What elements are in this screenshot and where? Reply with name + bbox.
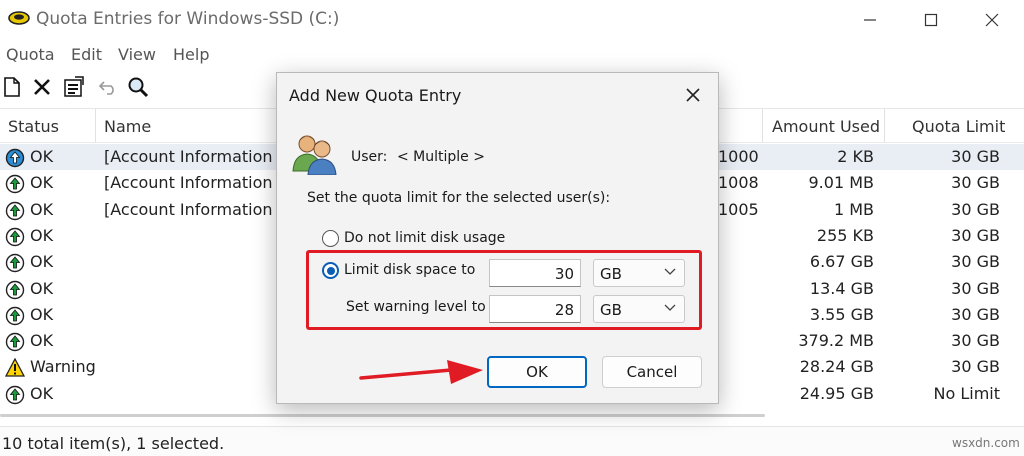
- column-separator[interactable]: [762, 109, 763, 143]
- status-cell: OK: [30, 383, 54, 403]
- quota-limit-cell: 30 GB: [951, 278, 1000, 298]
- maximize-button[interactable]: [908, 0, 954, 40]
- status-cell: OK: [30, 173, 54, 193]
- no-limit-label[interactable]: Do not limit disk usage: [344, 230, 505, 246]
- ok-icon: [5, 385, 25, 404]
- horizontal-scrollbar[interactable]: [0, 410, 1024, 422]
- amount-used-cell: 9.01 MB: [808, 173, 875, 193]
- window-title: Quota Entries for Windows-SSD (C:): [36, 9, 340, 29]
- status-cell: OK: [30, 147, 54, 166]
- users-icon: [292, 135, 337, 175]
- dialog-close-button[interactable]: [681, 83, 705, 107]
- quota-instructions: Set the quota limit for the selected use…: [307, 190, 611, 206]
- menu-edit[interactable]: Edit: [71, 45, 102, 64]
- new-entry-icon: [4, 77, 20, 97]
- status-cell: OK: [30, 225, 54, 245]
- menu-quota[interactable]: Quota: [6, 45, 55, 64]
- quota-limit-cell: 30 GB: [951, 304, 1000, 324]
- column-status[interactable]: Status: [8, 117, 59, 136]
- status-bar: 10 total item(s), 1 selected.: [0, 426, 1024, 456]
- ok-icon: [5, 201, 25, 220]
- no-limit-radio[interactable]: [322, 230, 339, 247]
- menu-help[interactable]: Help: [173, 45, 209, 64]
- delete-icon: [34, 79, 50, 95]
- amount-used-cell: 28.24 GB: [799, 357, 874, 377]
- quota-limit-cell: 30 GB: [951, 252, 1000, 272]
- quota-limit-cell: 30 GB: [951, 199, 1000, 219]
- warning-icon: [5, 358, 25, 378]
- delete-button[interactable]: [30, 75, 54, 99]
- scrollbar-thumb[interactable]: [0, 414, 765, 417]
- user-value: < Multiple >: [397, 149, 485, 165]
- amount-used-cell: 379.2 MB: [798, 331, 874, 351]
- status-cell: OK: [30, 199, 54, 219]
- dialog-title: Add New Quota Entry: [289, 86, 462, 105]
- status-cell: Warning: [30, 357, 96, 377]
- highlight-box: [306, 250, 702, 330]
- status-cell: OK: [30, 331, 54, 351]
- close-icon: [686, 88, 700, 102]
- amount-used-cell: 1 MB: [833, 199, 874, 219]
- quota-limit-cell: No Limit: [933, 383, 1000, 403]
- quota-limit-cell: 30 GB: [951, 147, 1000, 166]
- logon-name-tail-cell: 1000: [718, 147, 759, 166]
- ok-icon: [5, 253, 25, 273]
- quota-entries-window: Quota Entries for Windows-SSD (C:) Quota…: [0, 0, 1024, 456]
- column-separator[interactable]: [95, 109, 96, 143]
- amount-used-cell: 24.95 GB: [799, 383, 874, 403]
- amount-used-cell: 255 KB: [816, 225, 874, 245]
- find-button[interactable]: [126, 75, 150, 99]
- close-icon: [985, 13, 999, 27]
- name-cell: [Account Information U: [104, 173, 290, 193]
- title-bar: Quota Entries for Windows-SSD (C:): [0, 0, 1024, 40]
- ok-icon: [5, 332, 25, 352]
- new-entry-button[interactable]: [0, 75, 24, 99]
- amount-used-cell: 3.55 GB: [809, 304, 874, 324]
- ok-icon: [5, 280, 25, 299]
- ok-button[interactable]: OK: [487, 356, 587, 388]
- quota-limit-cell: 30 GB: [951, 331, 1000, 351]
- cancel-button[interactable]: Cancel: [602, 356, 702, 388]
- status-text: 10 total item(s), 1 selected.: [2, 434, 225, 453]
- minimize-button[interactable]: [847, 0, 893, 40]
- properties-icon: [64, 76, 84, 97]
- ok-icon: [5, 175, 25, 194]
- column-name[interactable]: Name: [104, 117, 151, 136]
- add-quota-entry-dialog: Add New Quota Entry User: < Multiple > S…: [276, 72, 719, 404]
- properties-button[interactable]: [62, 75, 86, 99]
- amount-used-cell: 13.4 GB: [809, 278, 874, 298]
- undo-icon: [98, 81, 114, 95]
- name-cell: [Account Information U: [104, 147, 290, 166]
- minimize-icon: [864, 19, 876, 21]
- pointer-arrow: [359, 360, 483, 384]
- quota-limit-cell: 30 GB: [951, 357, 1000, 377]
- logon-name-tail-cell: 1005: [718, 199, 759, 219]
- column-separator[interactable]: [884, 109, 885, 143]
- ok-icon: [5, 148, 25, 168]
- menu-bar: Quota Edit View Help: [0, 41, 1024, 67]
- status-cell: OK: [30, 304, 54, 324]
- amount-used-cell: 2 KB: [837, 147, 874, 166]
- column-quota-limit[interactable]: Quota Limit: [912, 117, 1005, 136]
- quota-limit-cell: 30 GB: [951, 173, 1000, 193]
- status-cell: OK: [30, 252, 54, 272]
- user-label: User:: [351, 149, 388, 165]
- menu-view[interactable]: View: [118, 45, 156, 64]
- ok-icon: [5, 227, 25, 247]
- column-amount-used[interactable]: Amount Used: [772, 117, 880, 136]
- undo-button[interactable]: [96, 75, 120, 99]
- ok-icon: [5, 306, 25, 325]
- find-icon: [128, 77, 149, 98]
- amount-used-cell: 6.67 GB: [809, 252, 874, 272]
- logon-name-tail-cell: 1008: [718, 173, 759, 193]
- status-cell: OK: [30, 278, 54, 298]
- name-cell: [Account Information U: [104, 199, 290, 219]
- drive-icon: [8, 11, 30, 25]
- maximize-icon: [924, 13, 938, 27]
- close-window-button[interactable]: [969, 0, 1015, 40]
- watermark: wsxdn.com: [952, 436, 1020, 450]
- quota-limit-cell: 30 GB: [951, 225, 1000, 245]
